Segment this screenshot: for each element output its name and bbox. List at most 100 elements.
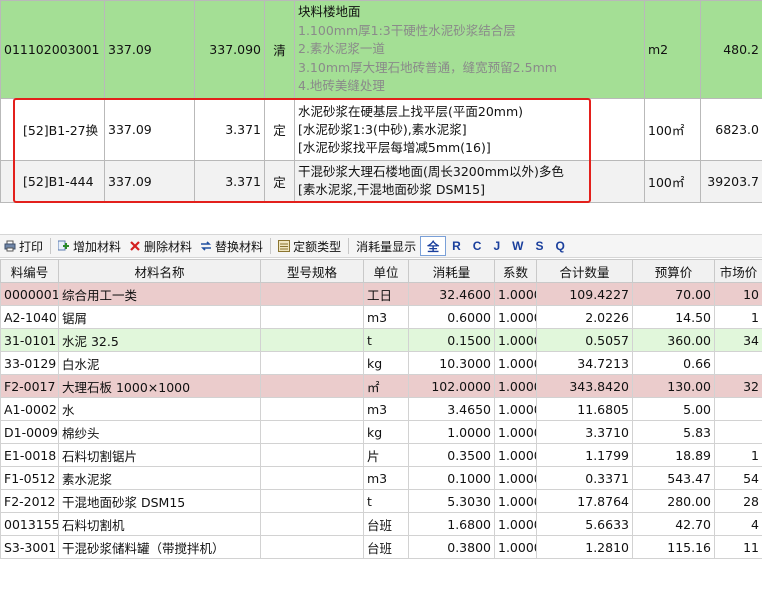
material-coef: 1.00000 [494, 374, 537, 398]
quota-table: 011102003001 337.09 337.090 清 块料楼地面 1.10… [0, 0, 762, 235]
material-consumption: 1.6800 [408, 512, 495, 536]
quota-amount: 6823.0 [700, 98, 762, 161]
filter-r[interactable]: R [446, 236, 467, 256]
material-name: 干混地面砂浆 DSM15 [58, 489, 261, 513]
material-total: 0.5057 [536, 328, 633, 352]
material-unit: kg [363, 351, 409, 375]
material-price: 5.00 [632, 397, 715, 421]
filter-q[interactable]: Q [549, 236, 570, 256]
col-header-code[interactable]: 料编号 [0, 259, 59, 283]
material-market-price: 1 [714, 443, 762, 467]
material-row[interactable]: 0000001综合用工一类 工日32.46001.00000109.422770.… [0, 282, 762, 306]
material-unit: kg [363, 420, 409, 444]
material-total: 109.4227 [536, 282, 633, 306]
material-row[interactable]: A1-0002水 m33.46501.0000011.68055.00 [0, 397, 762, 421]
material-row[interactable]: S3-3001干混砂浆储料罐（带搅拌机） 台班0.38001.000001.281… [0, 535, 762, 559]
material-unit: m3 [363, 397, 409, 421]
printer-icon [4, 240, 16, 252]
material-market-price [714, 397, 762, 421]
material-code: 33-0129 [0, 351, 59, 375]
material-code: 0000001 [0, 282, 59, 306]
col-header-unit[interactable]: 单位 [363, 259, 409, 283]
material-unit: 台班 [363, 535, 409, 559]
material-row[interactable]: E1-0018石料切割锯片 片0.35001.000001.179918.891 [0, 443, 762, 467]
delete-material-label: 删除材料 [144, 239, 193, 254]
material-consumption: 0.3800 [408, 535, 495, 559]
toolbar-separator [348, 238, 350, 254]
quota-description: 水泥砂浆在硬基层上找平层(平面20mm) [水泥砂浆1:3(中砂),素水泥浆] … [294, 98, 645, 161]
material-price: 543.47 [632, 466, 715, 490]
material-name: 锯屑 [58, 305, 261, 329]
material-coef: 1.00000 [494, 489, 537, 513]
material-total: 2.0226 [536, 305, 633, 329]
material-price: 5.83 [632, 420, 715, 444]
material-row[interactable]: F2-0017大理石板 1000×1000 ㎡102.00001.00000343… [0, 374, 762, 398]
material-unit: m3 [363, 305, 409, 329]
material-market-price: 28 [714, 489, 762, 513]
add-material-label: 增加材料 [73, 239, 122, 254]
material-table-body: 0000001综合用工一类工日32.46001.00000109.422770.… [0, 282, 762, 559]
material-code: F2-2012 [0, 489, 59, 513]
quota-unit: 100㎡ [644, 160, 701, 203]
col-header-market[interactable]: 市场价 [714, 259, 762, 283]
filter-all[interactable]: 全 [420, 236, 447, 256]
material-coef: 1.00000 [494, 397, 537, 421]
col-header-coef[interactable]: 系数 [494, 259, 537, 283]
material-coef: 1.00000 [494, 466, 537, 490]
col-header-consumption[interactable]: 消耗量 [408, 259, 495, 283]
material-row[interactable]: 0013155石料切割机 台班1.68001.000005.663342.704 [0, 512, 762, 536]
material-market-price: 10 [714, 282, 762, 306]
material-total: 1.2810 [536, 535, 633, 559]
delete-material-button[interactable]: 删除材料 [125, 235, 196, 257]
filter-c[interactable]: C [467, 236, 488, 256]
material-row[interactable]: 31-0101水泥 32.5 t0.15001.000000.5057360.00… [0, 328, 762, 352]
material-row[interactable]: D1-0009棉纱头 kg1.00001.000003.37105.83 [0, 420, 762, 444]
material-consumption: 1.0000 [408, 420, 495, 444]
add-material-button[interactable]: 增加材料 [54, 235, 125, 257]
quota-desc-line: [素水泥浆,干混地面砂浆 DSM15] [298, 182, 485, 197]
material-price: 42.70 [632, 512, 715, 536]
col-header-total[interactable]: 合计数量 [536, 259, 633, 283]
filter-j[interactable]: J [487, 236, 506, 256]
consumption-display-label: 消耗量显示 [356, 239, 417, 254]
material-row[interactable]: 33-0129白水泥 kg10.30001.0000034.72130.66 [0, 351, 762, 375]
material-row[interactable]: F2-2012干混地面砂浆 DSM15 t5.30301.0000017.8764… [0, 489, 762, 513]
material-name: 石料切割锯片 [58, 443, 261, 467]
material-unit: t [363, 489, 409, 513]
quota-type-button[interactable]: 定额类型 [274, 235, 345, 257]
material-unit: 片 [363, 443, 409, 467]
quota-desc-line: 水泥砂浆在硬基层上找平层(平面20mm) [298, 103, 524, 119]
material-spec [260, 282, 364, 306]
material-code: F2-0017 [0, 374, 59, 398]
material-row[interactable]: A2-1040锯屑 m30.60001.000002.022614.501 [0, 305, 762, 329]
material-market-price: 1 [714, 305, 762, 329]
material-price: 115.16 [632, 535, 715, 559]
material-coef: 1.00000 [494, 328, 537, 352]
material-market-price: 4 [714, 512, 762, 536]
col-header-spec[interactable]: 型号规格 [260, 259, 364, 283]
print-button[interactable]: 打印 [0, 235, 47, 257]
col-header-price[interactable]: 预算价 [632, 259, 715, 283]
quota-desc-line: [水泥砂浆找平层每增减5mm(16)] [298, 139, 491, 155]
quota-row[interactable]: [52]B1-27换 337.09 3.371 定 水泥砂浆在硬基层上找平层(平… [0, 98, 762, 161]
replace-material-button[interactable]: 替换材料 [196, 235, 267, 257]
quota-description: 干混砂浆大理石楼地面(周长3200mm以外)多色 [素水泥浆,干混地面砂浆 DS… [294, 160, 645, 203]
material-spec [260, 535, 364, 559]
quota-row[interactable]: [52]B1-444 337.09 3.371 定 干混砂浆大理石楼地面(周长3… [0, 160, 762, 203]
filter-w[interactable]: W [506, 236, 529, 256]
material-name: 水 [58, 397, 261, 421]
material-row[interactable]: F1-0512素水泥浆 m30.10001.000000.3371543.4754 [0, 466, 762, 490]
col-header-name[interactable]: 材料名称 [58, 259, 261, 283]
bill-desc-line: 3.10mm厚大理石地砖普通，缝宽预留2.5mm [298, 59, 557, 75]
material-market-price: 54 [714, 466, 762, 490]
material-coef: 1.00000 [494, 535, 537, 559]
quota-row-bill[interactable]: 011102003001 337.09 337.090 清 块料楼地面 1.10… [0, 0, 762, 99]
material-total: 17.8764 [536, 489, 633, 513]
filter-s[interactable]: S [529, 236, 549, 256]
material-spec [260, 512, 364, 536]
bill-desc-line: 2.素水泥浆一道 [298, 41, 385, 57]
material-total: 34.7213 [536, 351, 633, 375]
material-name: 干混砂浆储料罐（带搅拌机） [58, 535, 261, 559]
material-unit: m3 [363, 466, 409, 490]
list-icon [278, 240, 291, 252]
